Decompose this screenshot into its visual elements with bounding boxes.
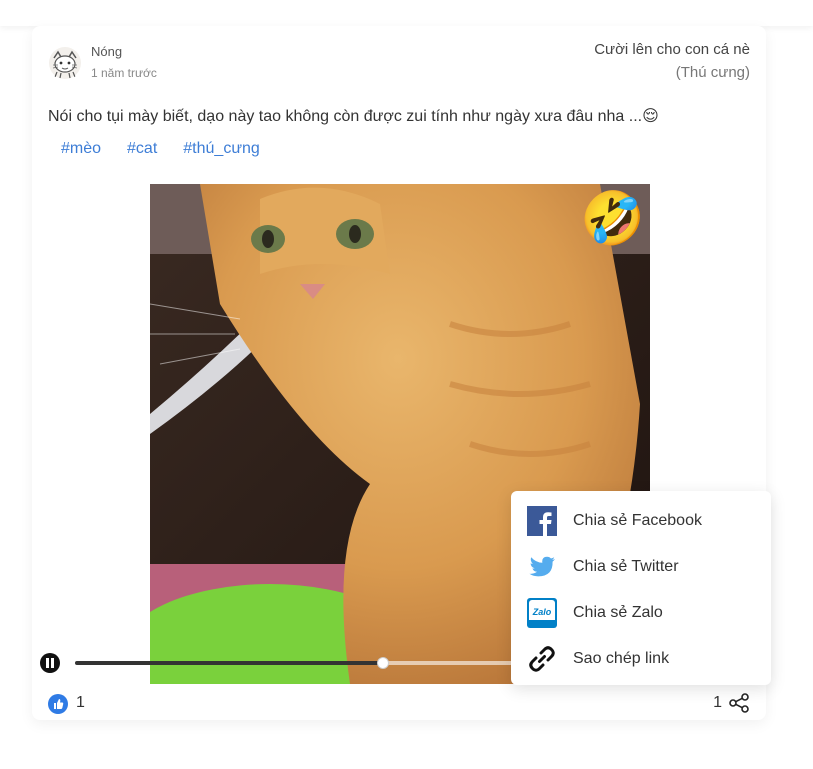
group-category[interactable]: (Thú cưng)	[594, 61, 750, 84]
share-button[interactable]	[728, 692, 750, 714]
thumbs-up-icon	[54, 699, 64, 709]
seek-bar[interactable]	[75, 657, 515, 669]
share-menu: Chia sẻ Facebook Chia sẻ Twitter Zalo Ch…	[511, 491, 771, 685]
post-text: Nói cho tụi mày biết, dạo này tao không …	[48, 108, 659, 125]
copy-link-label: Sao chép link	[573, 650, 670, 667]
top-navigation-bar	[0, 0, 813, 26]
share-zalo-label: Chia sẻ Zalo	[573, 604, 663, 621]
like-count: 1	[76, 694, 85, 711]
share-facebook-label: Chia sẻ Facebook	[573, 512, 702, 529]
tag-link[interactable]: #mèo	[61, 140, 101, 158]
seek-progress	[75, 661, 383, 665]
group-title[interactable]: Cười lên cho con cá nè	[594, 38, 750, 61]
share-facebook[interactable]: Chia sẻ Facebook	[527, 503, 763, 539]
share-zalo[interactable]: Zalo Chia sẻ Zalo	[527, 595, 763, 631]
share-icon	[729, 693, 749, 713]
post-time: 1 năm trước	[91, 66, 157, 80]
emoji-overlay: 🤣	[578, 188, 645, 251]
pause-button[interactable]	[40, 653, 60, 673]
copy-link[interactable]: Sao chép link	[527, 641, 763, 677]
share-twitter-label: Chia sẻ Twitter	[573, 558, 679, 575]
seek-thumb[interactable]	[377, 657, 389, 669]
author-name[interactable]: Nóng	[91, 44, 122, 59]
zalo-icon: Zalo	[527, 598, 557, 628]
post-footer: 1 1	[48, 692, 750, 714]
facebook-icon	[527, 506, 557, 536]
share-twitter[interactable]: Chia sẻ Twitter	[527, 549, 763, 585]
tag-list: #mèo #cat #thú_cưng	[61, 140, 260, 158]
tag-link[interactable]: #cat	[127, 140, 157, 158]
tag-link[interactable]: #thú_cưng	[183, 140, 260, 158]
twitter-icon	[527, 552, 557, 582]
like-button[interactable]	[48, 694, 68, 714]
avatar[interactable]	[48, 46, 82, 80]
cat-avatar-icon	[49, 47, 81, 79]
link-icon	[527, 644, 557, 674]
post-group[interactable]: Cười lên cho con cá nè (Thú cưng)	[594, 38, 750, 84]
share-count: 1	[713, 694, 722, 711]
svg-text:Zalo: Zalo	[532, 607, 552, 617]
